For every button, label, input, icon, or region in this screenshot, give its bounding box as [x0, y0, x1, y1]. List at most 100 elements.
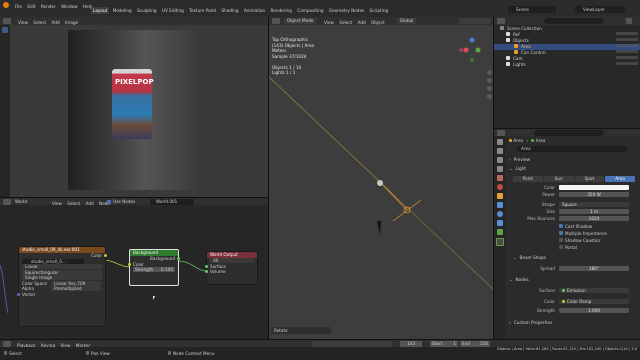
transform-orientation-dropdown[interactable]: Global	[397, 18, 417, 24]
projection-dropdown[interactable]: Equirectangular	[22, 269, 102, 275]
node-canvas[interactable]: studio_small_09_4k.exr.001 Color studio_…	[0, 205, 268, 339]
light-type-point[interactable]: Point	[513, 176, 543, 182]
power-field[interactable]: 350 W	[559, 192, 629, 197]
top-bar: File Edit Render Window Help Layout Mode…	[0, 0, 640, 17]
cursor-tool-icon[interactable]	[2, 27, 8, 33]
max-bounces-field[interactable]: 1024	[559, 216, 629, 221]
tab-uv-editing[interactable]: UV Editing	[160, 7, 186, 14]
environment-texture-node[interactable]: studio_small_09_4k.exr.001 Color studio_…	[17, 246, 107, 327]
status-select: Select	[4, 351, 22, 356]
blender-logo-icon[interactable]	[3, 2, 9, 8]
strength-field[interactable]: Strength 0.100	[133, 267, 175, 272]
preview-panel-header[interactable]: › Preview	[509, 157, 530, 163]
multiple-importance-checkbox[interactable]: Multiple Importance	[559, 231, 607, 236]
cast-shadow-checkbox[interactable]: Cast Shadow	[559, 224, 592, 229]
data-tab-icon[interactable]	[497, 229, 503, 235]
zoom-icon[interactable]	[487, 70, 492, 75]
tab-layout[interactable]: Layout	[91, 7, 110, 14]
data-name-field[interactable]: Area	[517, 146, 627, 152]
alpha-dropdown[interactable]: Premultiplied	[51, 286, 101, 291]
checkbox-checked-icon	[559, 231, 563, 235]
tab-modeling[interactable]: Modeling	[111, 7, 134, 14]
object-tab-icon[interactable]	[497, 193, 503, 199]
filter-icon[interactable]	[626, 18, 632, 24]
image-field[interactable]: studio_small_0...	[22, 258, 84, 264]
light-type-area[interactable]: Area	[605, 176, 635, 182]
viewport-scene	[269, 37, 493, 290]
vector-input-socket[interactable]	[17, 292, 20, 296]
extension-dropdown[interactable]: Single Image	[22, 275, 102, 280]
tab-shading[interactable]: Shading	[219, 7, 240, 14]
world-output-node[interactable]: World Output All Surface Volume	[205, 251, 258, 285]
light-data-tab-icon[interactable]	[496, 238, 504, 246]
max-bounces-label: Max Bounces	[527, 216, 555, 221]
last-operation-panel[interactable]: Rotate	[271, 327, 331, 334]
mode-dropdown[interactable]: Object Mode	[284, 18, 317, 24]
interpolation-dropdown[interactable]: Linear	[22, 264, 102, 269]
perspective-toggle-icon[interactable]	[487, 94, 492, 99]
tab-texture-paint[interactable]: Texture Paint	[187, 7, 218, 14]
menu-render[interactable]: Render	[39, 3, 58, 10]
world-tab-icon[interactable]	[497, 184, 503, 190]
node-color-dropdown[interactable]: Color Ramp	[559, 299, 629, 304]
outliner-item-label: Can Control	[521, 50, 546, 55]
menu-window[interactable]: Window	[59, 3, 80, 10]
shading-buttons[interactable]	[459, 18, 491, 24]
color-input-socket[interactable]	[128, 262, 131, 266]
tab-compositing[interactable]: Compositing	[295, 7, 325, 14]
volume-input-socket[interactable]	[205, 270, 208, 274]
light-type-selector: Point Sun Spot Area	[513, 176, 635, 182]
color-space-dropdown[interactable]: Linear Rec.709	[51, 280, 101, 286]
shadow-caustics-checkbox[interactable]: Shadow Caustics	[559, 238, 600, 243]
target-dropdown[interactable]: All	[210, 258, 254, 263]
beam-shape-label: Beam Shape	[519, 255, 547, 260]
custom-properties-panel-header[interactable]: › Custom Properties	[509, 320, 552, 326]
visibility-toggles[interactable]	[616, 32, 638, 68]
outliner-panel: Scene Collection Ref Objects Area Can Co…	[493, 25, 640, 128]
view-layer-selector[interactable]: ViewLayer	[575, 6, 625, 13]
light-type-spot[interactable]: Spot	[574, 176, 605, 182]
size-field[interactable]: 1 m	[559, 209, 629, 214]
color-swatch[interactable]	[559, 185, 629, 190]
editor-type-icon[interactable]	[3, 18, 11, 24]
camera-view-icon[interactable]	[487, 86, 492, 91]
viewport-canvas[interactable]: Top Orthographic (143) Objects | Area Mete…	[268, 25, 493, 339]
shape-dropdown[interactable]: Square	[559, 202, 629, 207]
can-label: PIXELPOP	[115, 78, 154, 86]
image-editor-canvas[interactable]: PIXELPOP	[10, 25, 268, 197]
surface-dropdown[interactable]: Emission	[559, 288, 629, 293]
pan-icon[interactable]	[487, 78, 492, 83]
editor-type-icon[interactable]	[272, 18, 280, 24]
spread-field[interactable]: 180°	[559, 266, 629, 271]
tab-scripting[interactable]: Scripting	[368, 7, 391, 14]
menu-file[interactable]: File	[13, 3, 24, 10]
tool-tab-icon[interactable]	[497, 139, 503, 145]
world-selector[interactable]: World	[15, 199, 27, 204]
menu-edit[interactable]: Edit	[25, 3, 37, 10]
editor-type-icon[interactable]	[497, 18, 505, 24]
scene-tab-icon[interactable]	[497, 175, 503, 181]
output-tab-icon[interactable]	[497, 157, 503, 163]
beam-shape-panel-header[interactable]: ⌄ Beam Shape	[513, 255, 546, 261]
surface-input-socket[interactable]	[205, 264, 208, 268]
background-node[interactable]: Background Background Color Strength 0.10…	[128, 249, 180, 286]
tab-rendering[interactable]: Rendering	[269, 7, 294, 14]
physics-tab-icon[interactable]	[497, 211, 503, 217]
render-tab-icon[interactable]	[497, 148, 503, 154]
tab-sculpting[interactable]: Sculpting	[135, 7, 159, 14]
view-layer-tab-icon[interactable]	[497, 166, 503, 172]
light-panel-header[interactable]: ⌄ Light	[509, 166, 526, 172]
light-type-sun[interactable]: Sun	[543, 176, 574, 182]
search-input[interactable]	[544, 18, 604, 24]
use-nodes-checkbox[interactable]: Use Nodes	[107, 199, 135, 204]
tab-animation[interactable]: Animation	[242, 7, 267, 14]
node-strength-field[interactable]: 1.000	[559, 308, 629, 313]
mouse-middle-icon	[86, 351, 89, 355]
scene-selector[interactable]: Scene	[508, 6, 556, 13]
portal-checkbox[interactable]: Portal	[559, 245, 577, 250]
nodes-panel-header[interactable]: ⌄ Nodes	[509, 277, 529, 283]
constraint-tab-icon[interactable]	[497, 220, 503, 226]
modifier-tab-icon[interactable]	[497, 202, 503, 208]
tab-geometry-nodes[interactable]: Geometry Nodes	[327, 7, 366, 14]
timeline-ruler[interactable]	[493, 339, 640, 347]
